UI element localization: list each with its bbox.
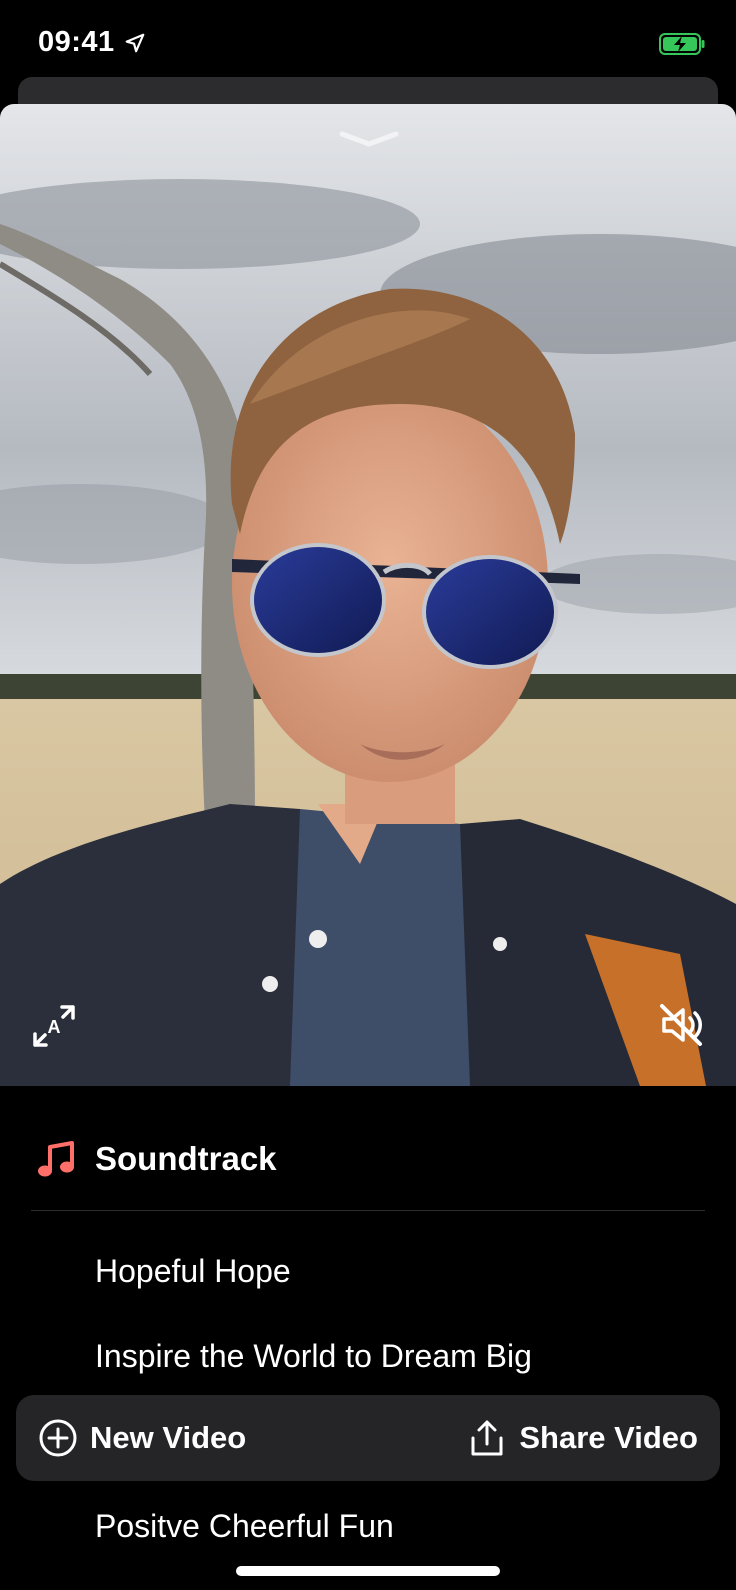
video-frame-image bbox=[0, 104, 736, 1086]
video-preview[interactable]: A bbox=[0, 104, 736, 1086]
share-video-label: Share Video bbox=[519, 1420, 698, 1455]
battery-charging-icon bbox=[659, 33, 705, 55]
track-item[interactable]: Positve Cheerful Fun bbox=[95, 1508, 394, 1545]
ar-scale-icon: A bbox=[33, 1005, 75, 1047]
new-video-button[interactable]: New Video bbox=[38, 1395, 246, 1481]
speaker-off-icon bbox=[660, 1004, 702, 1046]
music-note-icon bbox=[38, 1141, 74, 1177]
divider bbox=[31, 1210, 705, 1211]
ar-scale-button[interactable]: A bbox=[32, 1004, 76, 1048]
soundtrack-header: Soundtrack bbox=[0, 1120, 736, 1210]
status-bar: 09:41 bbox=[0, 0, 736, 80]
track-item[interactable]: Inspire the World to Dream Big bbox=[95, 1338, 532, 1375]
svg-text:A: A bbox=[48, 1017, 61, 1037]
new-video-label: New Video bbox=[90, 1420, 247, 1455]
status-time: 09:41 bbox=[38, 26, 115, 58]
bottom-toolbar: New Video Share Video bbox=[16, 1395, 720, 1481]
track-item[interactable]: Hopeful Hope bbox=[95, 1253, 291, 1290]
chevron-down-icon[interactable] bbox=[336, 128, 402, 150]
location-arrow-icon bbox=[125, 33, 145, 53]
plus-circle-icon bbox=[39, 1419, 77, 1457]
home-indicator[interactable] bbox=[236, 1566, 500, 1576]
share-video-button[interactable]: Share Video bbox=[467, 1395, 698, 1481]
share-icon bbox=[471, 1420, 503, 1456]
soundtrack-title: Soundtrack bbox=[95, 1140, 277, 1177]
mute-button[interactable] bbox=[656, 1000, 706, 1050]
